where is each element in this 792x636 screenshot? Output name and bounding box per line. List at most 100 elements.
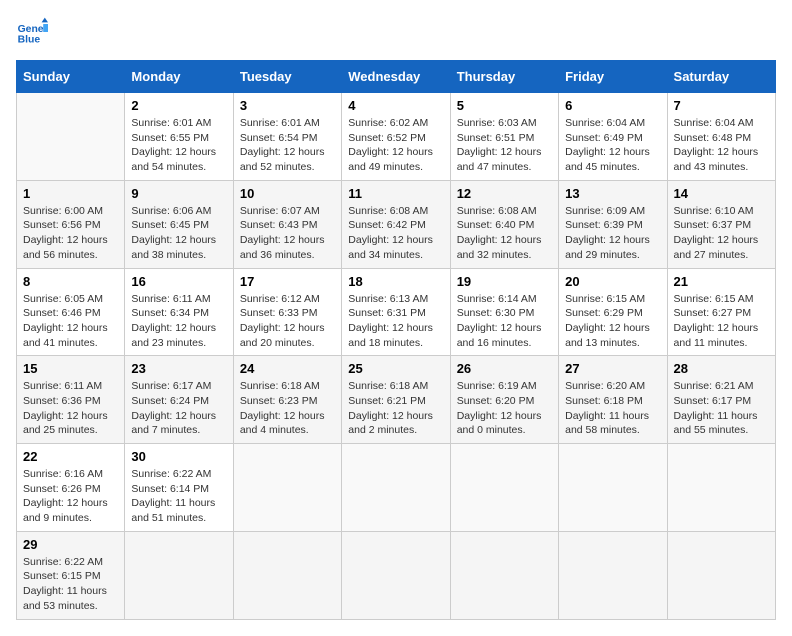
day-number: 8 (23, 274, 118, 289)
calendar-cell: 5 Sunrise: 6:03 AM Sunset: 6:51 PM Dayli… (450, 93, 558, 181)
calendar-cell: 10 Sunrise: 6:07 AM Sunset: 6:43 PM Dayl… (233, 180, 341, 268)
calendar-week-6: 29 Sunrise: 6:22 AM Sunset: 6:15 PM Dayl… (17, 531, 776, 619)
calendar-cell (17, 93, 125, 181)
calendar-table: SundayMondayTuesdayWednesdayThursdayFrid… (16, 60, 776, 620)
day-info: Sunrise: 6:13 AM Sunset: 6:31 PM Dayligh… (348, 292, 443, 351)
calendar-cell: 6 Sunrise: 6:04 AM Sunset: 6:49 PM Dayli… (559, 93, 667, 181)
calendar-cell: 4 Sunrise: 6:02 AM Sunset: 6:52 PM Dayli… (342, 93, 450, 181)
day-info: Sunrise: 6:22 AM Sunset: 6:15 PM Dayligh… (23, 555, 118, 614)
day-info: Sunrise: 6:17 AM Sunset: 6:24 PM Dayligh… (131, 379, 226, 438)
calendar-cell (559, 444, 667, 532)
calendar-cell: 15 Sunrise: 6:11 AM Sunset: 6:36 PM Dayl… (17, 356, 125, 444)
calendar-cell (342, 444, 450, 532)
day-number: 7 (674, 98, 769, 113)
logo-icon: General Blue (16, 16, 48, 48)
day-info: Sunrise: 6:16 AM Sunset: 6:26 PM Dayligh… (23, 467, 118, 526)
day-number: 26 (457, 361, 552, 376)
calendar-cell: 21 Sunrise: 6:15 AM Sunset: 6:27 PM Dayl… (667, 268, 775, 356)
day-info: Sunrise: 6:02 AM Sunset: 6:52 PM Dayligh… (348, 116, 443, 175)
day-number: 18 (348, 274, 443, 289)
day-number: 30 (131, 449, 226, 464)
day-number: 9 (131, 186, 226, 201)
day-info: Sunrise: 6:06 AM Sunset: 6:45 PM Dayligh… (131, 204, 226, 263)
day-number: 15 (23, 361, 118, 376)
day-number: 27 (565, 361, 660, 376)
day-info: Sunrise: 6:19 AM Sunset: 6:20 PM Dayligh… (457, 379, 552, 438)
day-info: Sunrise: 6:11 AM Sunset: 6:34 PM Dayligh… (131, 292, 226, 351)
day-number: 2 (131, 98, 226, 113)
calendar-cell: 3 Sunrise: 6:01 AM Sunset: 6:54 PM Dayli… (233, 93, 341, 181)
calendar-cell: 2 Sunrise: 6:01 AM Sunset: 6:55 PM Dayli… (125, 93, 233, 181)
calendar-cell (342, 531, 450, 619)
calendar-cell: 14 Sunrise: 6:10 AM Sunset: 6:37 PM Dayl… (667, 180, 775, 268)
day-info: Sunrise: 6:18 AM Sunset: 6:23 PM Dayligh… (240, 379, 335, 438)
day-info: Sunrise: 6:08 AM Sunset: 6:40 PM Dayligh… (457, 204, 552, 263)
day-number: 11 (348, 186, 443, 201)
day-info: Sunrise: 6:04 AM Sunset: 6:49 PM Dayligh… (565, 116, 660, 175)
page-header: General Blue (16, 16, 776, 48)
day-info: Sunrise: 6:15 AM Sunset: 6:29 PM Dayligh… (565, 292, 660, 351)
day-info: Sunrise: 6:11 AM Sunset: 6:36 PM Dayligh… (23, 379, 118, 438)
day-number: 14 (674, 186, 769, 201)
calendar-cell: 12 Sunrise: 6:08 AM Sunset: 6:40 PM Dayl… (450, 180, 558, 268)
day-number: 10 (240, 186, 335, 201)
day-info: Sunrise: 6:05 AM Sunset: 6:46 PM Dayligh… (23, 292, 118, 351)
calendar-cell (667, 444, 775, 532)
calendar-cell (450, 531, 558, 619)
calendar-week-3: 8 Sunrise: 6:05 AM Sunset: 6:46 PM Dayli… (17, 268, 776, 356)
weekday-header-sunday: Sunday (17, 61, 125, 93)
calendar-cell (559, 531, 667, 619)
calendar-cell (667, 531, 775, 619)
calendar-cell: 17 Sunrise: 6:12 AM Sunset: 6:33 PM Dayl… (233, 268, 341, 356)
calendar-cell: 22 Sunrise: 6:16 AM Sunset: 6:26 PM Dayl… (17, 444, 125, 532)
calendar-cell: 27 Sunrise: 6:20 AM Sunset: 6:18 PM Dayl… (559, 356, 667, 444)
calendar-cell: 8 Sunrise: 6:05 AM Sunset: 6:46 PM Dayli… (17, 268, 125, 356)
day-number: 17 (240, 274, 335, 289)
calendar-cell: 1 Sunrise: 6:00 AM Sunset: 6:56 PM Dayli… (17, 180, 125, 268)
calendar-week-4: 15 Sunrise: 6:11 AM Sunset: 6:36 PM Dayl… (17, 356, 776, 444)
day-info: Sunrise: 6:10 AM Sunset: 6:37 PM Dayligh… (674, 204, 769, 263)
day-number: 13 (565, 186, 660, 201)
day-number: 3 (240, 98, 335, 113)
day-number: 4 (348, 98, 443, 113)
day-info: Sunrise: 6:18 AM Sunset: 6:21 PM Dayligh… (348, 379, 443, 438)
calendar-cell: 11 Sunrise: 6:08 AM Sunset: 6:42 PM Dayl… (342, 180, 450, 268)
calendar-cell (233, 531, 341, 619)
day-number: 19 (457, 274, 552, 289)
day-number: 21 (674, 274, 769, 289)
day-info: Sunrise: 6:00 AM Sunset: 6:56 PM Dayligh… (23, 204, 118, 263)
day-number: 24 (240, 361, 335, 376)
calendar-week-1: 2 Sunrise: 6:01 AM Sunset: 6:55 PM Dayli… (17, 93, 776, 181)
calendar-cell: 29 Sunrise: 6:22 AM Sunset: 6:15 PM Dayl… (17, 531, 125, 619)
weekday-header-row: SundayMondayTuesdayWednesdayThursdayFrid… (17, 61, 776, 93)
day-info: Sunrise: 6:20 AM Sunset: 6:18 PM Dayligh… (565, 379, 660, 438)
day-number: 22 (23, 449, 118, 464)
calendar-cell: 23 Sunrise: 6:17 AM Sunset: 6:24 PM Dayl… (125, 356, 233, 444)
weekday-header-wednesday: Wednesday (342, 61, 450, 93)
day-info: Sunrise: 6:07 AM Sunset: 6:43 PM Dayligh… (240, 204, 335, 263)
day-info: Sunrise: 6:22 AM Sunset: 6:14 PM Dayligh… (131, 467, 226, 526)
day-number: 20 (565, 274, 660, 289)
calendar-cell: 18 Sunrise: 6:13 AM Sunset: 6:31 PM Dayl… (342, 268, 450, 356)
calendar-body: 2 Sunrise: 6:01 AM Sunset: 6:55 PM Dayli… (17, 93, 776, 620)
day-info: Sunrise: 6:03 AM Sunset: 6:51 PM Dayligh… (457, 116, 552, 175)
day-info: Sunrise: 6:08 AM Sunset: 6:42 PM Dayligh… (348, 204, 443, 263)
calendar-cell: 26 Sunrise: 6:19 AM Sunset: 6:20 PM Dayl… (450, 356, 558, 444)
calendar-cell: 19 Sunrise: 6:14 AM Sunset: 6:30 PM Dayl… (450, 268, 558, 356)
svg-text:Blue: Blue (18, 34, 41, 45)
weekday-header-saturday: Saturday (667, 61, 775, 93)
calendar-cell: 25 Sunrise: 6:18 AM Sunset: 6:21 PM Dayl… (342, 356, 450, 444)
weekday-header-tuesday: Tuesday (233, 61, 341, 93)
logo: General Blue (16, 16, 48, 48)
day-info: Sunrise: 6:12 AM Sunset: 6:33 PM Dayligh… (240, 292, 335, 351)
calendar-cell: 7 Sunrise: 6:04 AM Sunset: 6:48 PM Dayli… (667, 93, 775, 181)
calendar-week-5: 22 Sunrise: 6:16 AM Sunset: 6:26 PM Dayl… (17, 444, 776, 532)
calendar-cell: 13 Sunrise: 6:09 AM Sunset: 6:39 PM Dayl… (559, 180, 667, 268)
day-number: 6 (565, 98, 660, 113)
calendar-cell: 9 Sunrise: 6:06 AM Sunset: 6:45 PM Dayli… (125, 180, 233, 268)
day-number: 29 (23, 537, 118, 552)
weekday-header-monday: Monday (125, 61, 233, 93)
day-number: 12 (457, 186, 552, 201)
calendar-cell: 24 Sunrise: 6:18 AM Sunset: 6:23 PM Dayl… (233, 356, 341, 444)
calendar-week-2: 1 Sunrise: 6:00 AM Sunset: 6:56 PM Dayli… (17, 180, 776, 268)
